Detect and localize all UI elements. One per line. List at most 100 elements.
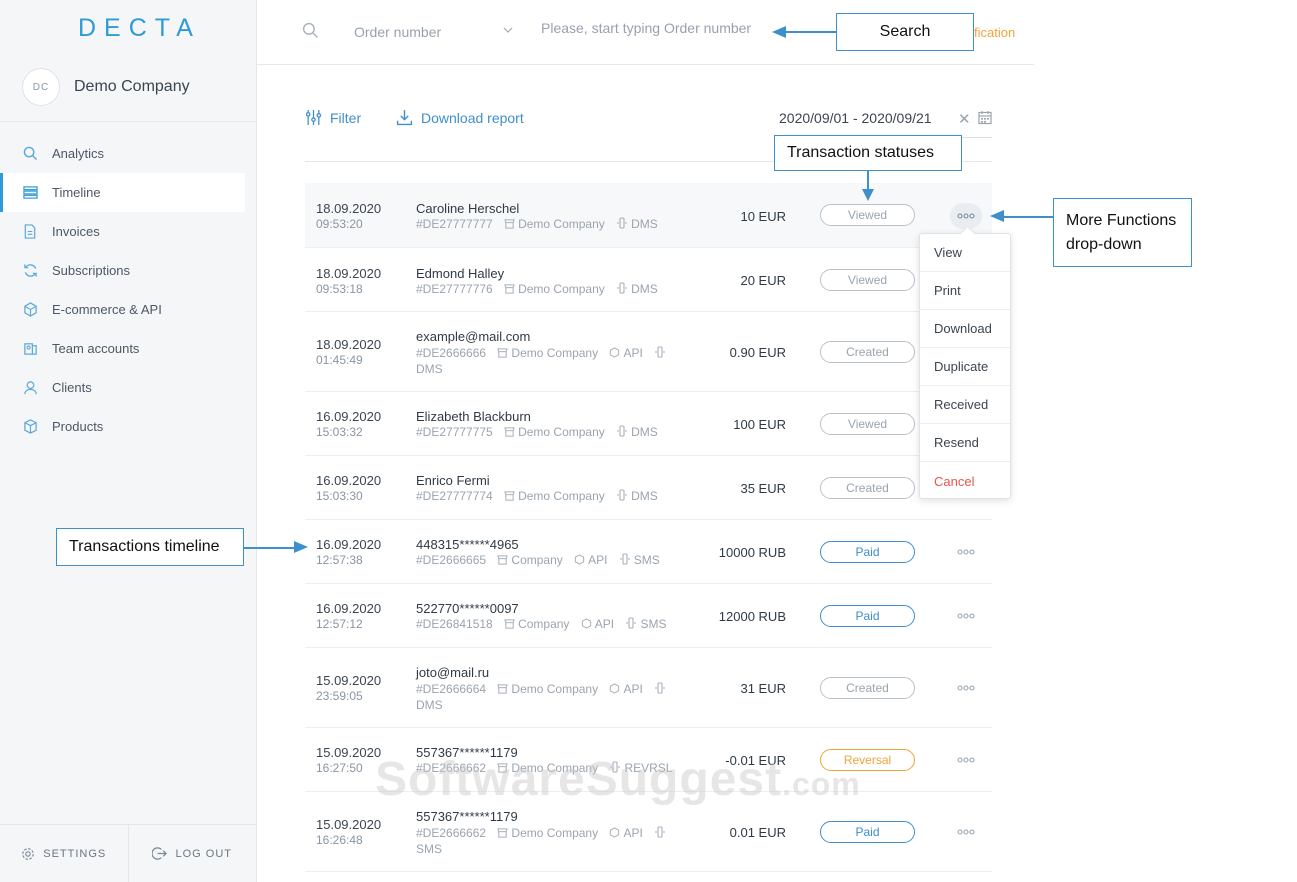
table-row[interactable]: 16.09.2020 12:57:38 448315******4965 #DE… <box>305 520 992 584</box>
row-date: 18.09.2020 <box>316 266 382 281</box>
row-meta: #DE27777776 Demo Company DMS <box>416 281 706 297</box>
date-range-input[interactable]: 2020/09/01 - 2020/09/21 <box>779 110 932 126</box>
box-icon <box>22 419 38 435</box>
menu-item-received[interactable]: Received <box>920 386 1010 424</box>
download-report-button[interactable]: Download report <box>396 109 524 126</box>
menu-item-download[interactable]: Download <box>920 310 1010 348</box>
table-row[interactable]: 18.09.2020 09:53:20 Caroline Herschel #D… <box>305 183 992 248</box>
menu-item-duplicate[interactable]: Duplicate <box>920 348 1010 386</box>
table-row[interactable]: 15.09.2020 16:27:50 557367******1179 #DE… <box>305 728 992 792</box>
api-icon <box>581 618 591 629</box>
menu-item-resend[interactable]: Resend <box>920 424 1010 462</box>
settings-label: SETTINGS <box>43 847 107 860</box>
callout-more-functions: More Functions drop-down <box>1053 198 1192 267</box>
sidebar-item-label: Timeline <box>52 185 101 200</box>
row-name: Caroline Herschel <box>416 201 520 216</box>
more-options-button[interactable] <box>950 203 982 229</box>
row-meta: #DE2666662 Demo Company REVRSL <box>416 760 706 776</box>
sidebar-item-ecommerce-api[interactable]: E-commerce & API <box>0 290 256 329</box>
sidebar-item-invoices[interactable]: Invoices <box>0 212 256 251</box>
refresh-icon <box>22 263 38 279</box>
more-options-button[interactable] <box>950 675 982 701</box>
store-icon <box>497 555 509 565</box>
search-type-select[interactable]: Order number <box>354 24 441 40</box>
team-icon <box>22 341 38 357</box>
row-name: 557367******1179 <box>416 745 518 760</box>
sidebar-item-label: Analytics <box>52 146 105 161</box>
row-meta: #DE2666664 Demo Company API DMS <box>416 681 691 713</box>
row-name: 448315******4965 <box>416 537 519 552</box>
row-api: API <box>623 346 643 360</box>
row-amount: 31 EUR <box>740 681 786 696</box>
sidebar-item-label: Products <box>52 419 104 434</box>
callout-search-arrow <box>784 31 836 33</box>
row-meta: #DE27777774 Demo Company DMS <box>416 488 706 504</box>
sidebar-item-subscriptions[interactable]: Subscriptions <box>0 251 256 290</box>
status-badge: Created <box>820 341 915 363</box>
more-options-button[interactable] <box>950 819 982 845</box>
logout-button[interactable]: LOG OUT <box>129 825 257 882</box>
close-icon[interactable]: ✕ <box>958 110 971 128</box>
more-options-button[interactable] <box>950 747 982 773</box>
row-id: #DE2666662 <box>416 826 487 840</box>
more-dots-icon <box>957 549 975 555</box>
table-row[interactable]: 18.09.2020 09:53:18 Edmond Halley #DE277… <box>305 248 992 312</box>
row-date: 18.09.2020 <box>316 337 382 352</box>
menu-item-print[interactable]: Print <box>920 272 1010 310</box>
row-date: 16.09.2020 <box>316 601 382 616</box>
table-row[interactable]: 18.09.2020 01:45:49 example@mail.com #DE… <box>305 312 992 392</box>
table-row[interactable]: 16.09.2020 15:03:30 Enrico Fermi #DE2777… <box>305 456 992 520</box>
company-switcher[interactable]: DC Demo Company <box>22 68 190 106</box>
sidebar-item-label: E-commerce & API <box>52 302 162 317</box>
settings-button[interactable]: SETTINGS <box>0 825 129 882</box>
sidebar-item-label: Subscriptions <box>52 263 131 278</box>
store-icon <box>497 828 509 838</box>
table-row[interactable]: 16.09.2020 12:57:12 522770******0097 #DE… <box>305 584 992 648</box>
channel-icon <box>619 553 630 565</box>
notification-link[interactable]: fication <box>974 25 1015 40</box>
table-row[interactable]: 15.09.2020 16:26:48 557367******1179 #DE… <box>305 792 992 872</box>
chevron-down-icon[interactable] <box>503 26 513 34</box>
more-dots-icon <box>957 213 975 219</box>
callout-statuses-arrow <box>867 171 869 191</box>
row-id: #DE2666664 <box>416 682 487 696</box>
table-row[interactable]: 16.09.2020 15:03:32 Elizabeth Blackburn … <box>305 392 992 456</box>
channel-icon <box>617 217 628 229</box>
row-company: Demo Company <box>518 282 605 296</box>
store-icon <box>497 684 509 694</box>
row-date: 16.09.2020 <box>316 473 382 488</box>
arrow-left-icon <box>772 26 786 38</box>
sidebar-nav: Analytics Timeline Invoices Subscription… <box>0 134 256 446</box>
search-icon <box>302 22 318 38</box>
sidebar-item-analytics[interactable]: Analytics <box>0 134 256 173</box>
api-icon <box>610 827 620 838</box>
sidebar-item-team-accounts[interactable]: Team accounts <box>0 329 256 368</box>
filter-label: Filter <box>330 109 362 126</box>
filter-button[interactable]: Filter <box>305 109 361 126</box>
company-name: Demo Company <box>74 78 190 95</box>
more-options-button[interactable] <box>950 603 982 629</box>
download-icon <box>396 110 413 126</box>
row-id: #DE2666666 <box>416 346 487 360</box>
row-time: 23:59:05 <box>316 689 363 703</box>
menu-item-view[interactable]: View <box>920 234 1010 272</box>
calendar-icon[interactable] <box>978 110 992 125</box>
row-amount: 10 EUR <box>740 209 786 224</box>
search-input[interactable] <box>541 20 791 36</box>
row-channel: DMS <box>416 362 443 376</box>
row-id: #DE26841518 <box>416 617 493 631</box>
sidebar-item-clients[interactable]: Clients <box>0 368 256 407</box>
row-id: #DE27777777 <box>416 217 493 231</box>
download-report-label: Download report <box>421 109 524 126</box>
table-row[interactable]: 15.09.2020 23:59:05 joto@mail.ru #DE2666… <box>305 648 992 728</box>
row-company: Demo Company <box>518 425 605 439</box>
row-api: API <box>588 553 608 567</box>
row-channel: DMS <box>416 698 443 712</box>
sidebar-item-products[interactable]: Products <box>0 407 256 446</box>
sidebar-item-timeline[interactable]: Timeline <box>0 173 245 212</box>
row-meta: #DE2666665 Company API SMS <box>416 552 706 568</box>
sidebar-item-label: Invoices <box>52 224 100 239</box>
menu-item-cancel[interactable]: Cancel <box>920 462 1010 500</box>
more-options-button[interactable] <box>950 539 982 565</box>
decta-logo[interactable]: DECTA <box>78 14 201 43</box>
